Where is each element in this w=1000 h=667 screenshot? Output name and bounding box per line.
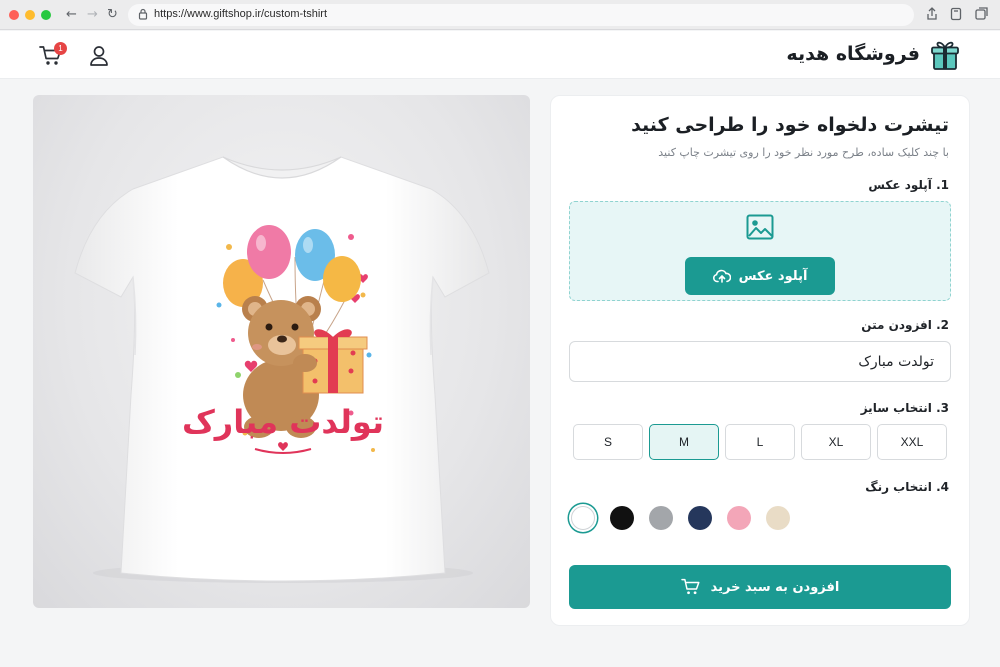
customizer-panel: تیشرت دلخواه خود را طراحی کنید با چند کل… [550,95,970,626]
size-option-xxl[interactable]: XXL [877,424,947,460]
color-swatch-4[interactable] [688,506,712,530]
tshirt-print-text: تولدت مبارک [182,403,384,441]
color-swatch-6[interactable] [766,506,790,530]
upload-photo-button[interactable]: آپلود عکس [685,257,835,295]
custom-text-input[interactable] [569,341,951,382]
cart-icon [680,578,700,595]
size-option-l[interactable]: L [725,424,795,460]
window-close-button[interactable] [9,10,19,20]
color-swatch-3[interactable] [649,506,673,530]
color-swatch-2[interactable] [610,506,634,530]
forward-arrow-icon[interactable]: → [87,6,98,24]
color-swatch-1[interactable] [571,506,595,530]
lock-icon [138,8,148,20]
image-icon [746,214,774,240]
cart-count-badge: 1 [54,42,67,55]
url-text: https://www.giftshop.ir/custom-tshirt [154,8,327,20]
size-selector: S M L XL XXL [573,424,949,460]
share-icon[interactable] [926,7,938,21]
step-color-label: 4. انتخاب رنگ [865,480,949,494]
add-to-cart-button[interactable]: افزودن به سبد خرید [569,565,951,609]
site-header: 1 فروشگاه هدیه [0,31,1000,79]
upload-button-label: آپلود عکس [738,268,808,284]
color-selector [569,504,809,532]
add-to-cart-label: افزودن به سبد خرید [710,579,840,595]
tshirt-preview: تولدت مبارک [33,95,530,608]
page-subtitle: با چند کلیک ساده، طرح مورد نظر خود را رو… [658,146,949,159]
gift-logo-icon[interactable] [931,39,959,71]
shop-name[interactable]: فروشگاه هدیه [786,43,920,65]
back-arrow-icon[interactable]: ← [66,6,77,24]
upload-dropzone[interactable]: آپلود عکس [569,201,951,301]
page-title: تیشرت دلخواه خود را طراحی کنید [631,114,949,136]
window-minimize-button[interactable] [25,10,35,20]
reload-icon[interactable]: ↻ [107,6,118,24]
color-swatch-5[interactable] [727,506,751,530]
step-size-label: 3. انتخاب سایز [860,401,949,415]
address-bar[interactable]: https://www.giftshop.ir/custom-tshirt [128,4,914,26]
bookmark-icon[interactable] [950,7,962,21]
window-maximize-button[interactable] [41,10,51,20]
cloud-upload-icon [712,269,731,283]
tshirt-mockup-image: تولدت مبارک [74,156,490,583]
size-option-m[interactable]: M [649,424,719,460]
tabs-icon[interactable] [975,7,989,21]
browser-toolbar: ← → ↻ https://www.giftshop.ir/custom-tsh… [0,0,1000,30]
size-option-xl[interactable]: XL [801,424,871,460]
step-upload-label: 1. آپلود عکس [868,178,949,192]
size-option-s[interactable]: S [573,424,643,460]
user-account-icon[interactable] [89,45,109,67]
step-text-label: 2. افزودن متن [861,318,949,332]
